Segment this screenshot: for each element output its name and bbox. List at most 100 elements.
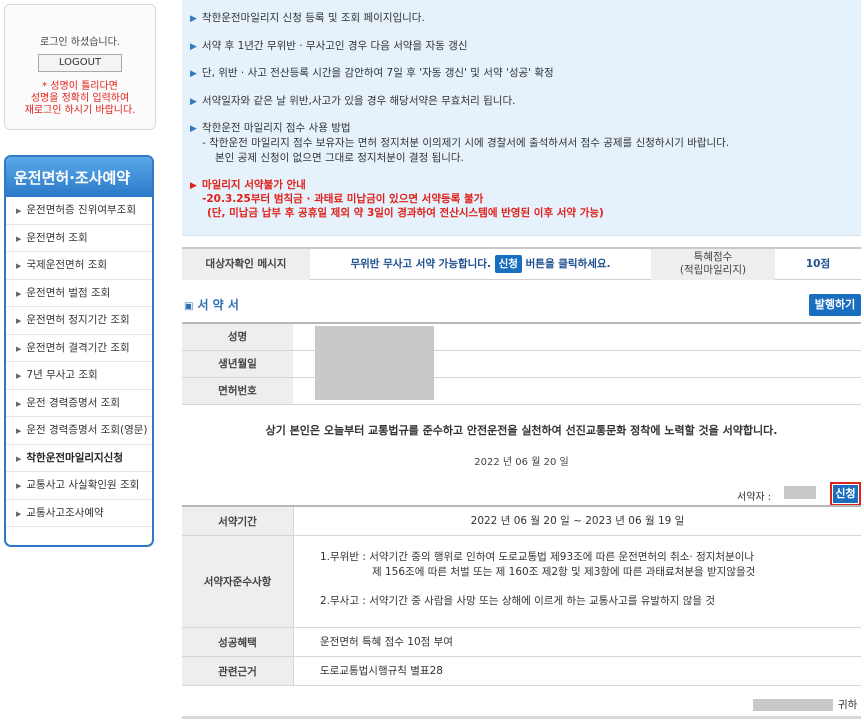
menu-item-label: 교통사고 사실확인원 조회 <box>26 479 140 491</box>
sign-apply-button-label: 신청 <box>833 485 858 503</box>
side-menu: 운전면허·조사예약 ▶ 운전면허증 진위여부조회 ▶ 운전면허 조회 ▶ 국제운전면허… <box>4 155 154 547</box>
notice-usage-line: - 착한운전 마일리지 점수 보유자는 면허 정지처분 이의제기 시에 경찰서에… <box>202 137 730 149</box>
name-label: 성명 <box>182 324 293 350</box>
bullet-icon: ▶ <box>16 454 22 463</box>
bullet-icon: ▶ <box>16 399 22 408</box>
table-row: 관련근거 도로교통법시행규칙 별표28 <box>182 657 861 686</box>
signer-label: 서약자 : <box>737 492 772 503</box>
menu-item-label: 운전 경력증명서 조회(영문) <box>26 424 148 436</box>
menu-item-driving-record[interactable]: ▶ 운전 경력증명서 조회 <box>6 390 152 417</box>
notice-line-text: 서약일자와 같은 날 위반,사고가 있을 경우 해당서약은 무효처리 됩니다. <box>201 95 516 107</box>
apply-inline-button[interactable]: 신청 <box>494 255 522 273</box>
notice-warning-title-text: 마일리지 서약불가 안내 <box>201 179 306 191</box>
period-label: 서약기간 <box>182 507 293 535</box>
menu-item-label: 운전면허 조회 <box>26 231 88 244</box>
notice-warning-title: ▶ 마일리지 서약불가 안내 <box>190 177 306 192</box>
arrow-icon: ▶ <box>190 181 197 191</box>
menu-item-label: 운전면허 벌점 조회 <box>26 286 111 299</box>
menu-item-label: 교통사고조사예약 <box>26 506 104 519</box>
divider <box>182 716 861 719</box>
basis-label: 관련근거 <box>182 657 293 685</box>
menu-item-penalty-points[interactable]: ▶ 운전면허 벌점 조회 <box>6 280 152 307</box>
notice-line-text: 단, 위반 · 사고 전산등록 시간을 감안하여 7일 후 '자동 갱신' 및 … <box>201 67 554 79</box>
menu-item-mileage-application[interactable]: ▶ 착한운전마일리지신청 <box>6 445 152 472</box>
basis-value: 도로교통법시행규칙 별표28 <box>293 657 861 685</box>
login-message: 로그인 하셨습니다. <box>40 37 120 48</box>
bullet-icon: ▶ <box>16 317 22 325</box>
issue-button[interactable]: 발행하기 <box>809 294 861 316</box>
menu-item-label: 운전면허 정지기간 조회 <box>26 314 130 326</box>
period-value: 2022 년 06 월 20 일 ~ 2023 년 06 월 19 일 <box>293 507 861 535</box>
redacted-signer-name <box>784 486 816 499</box>
points-value: 10점 <box>805 258 831 270</box>
menu-item-driving-record-english[interactable]: ▶ 운전 경력증명서 조회(영문) <box>6 417 152 445</box>
notice-warning-line: (단, 미납금 납부 후 공휴일 제외 약 3일이 경과하여 전산시스템에 반영… <box>207 207 604 219</box>
table-row: 서약기간 2022 년 06 월 20 일 ~ 2023 년 06 월 19 일 <box>182 507 861 536</box>
menu-item-international-license[interactable]: ▶ 국제운전면허 조회 <box>6 252 152 280</box>
pledge-section-title: ▣ 서 약 서 <box>184 296 239 313</box>
notice-line: ▶ 착한운전마일리지 신청 등록 및 조회 페이지입니다. <box>190 10 425 25</box>
notice-line-text: 서약 후 1년간 무위반 · 무사고인 경우 다음 서약을 자동 갱신 <box>201 40 468 52</box>
term-line: 2.무사고 : 서약기간 중 사람을 사망 또는 상해에 이르게 하는 교통사고… <box>320 595 716 607</box>
notice-box: ▶ 착한운전마일리지 신청 등록 및 조회 페이지입니다. ▶ 서약 후 1년간 무… <box>182 0 861 236</box>
license-number-label: 면허번호 <box>182 378 293 404</box>
login-warning: * 성명이 틀리다면 성명을 정확히 입력하여 재로그인 하시기 바랍니다. <box>5 81 155 117</box>
bullet-icon: ▶ <box>16 234 22 243</box>
terms-label: 서약자준수사항 <box>182 536 293 627</box>
bullet-icon: ▶ <box>16 289 22 298</box>
sign-apply-button[interactable]: 신청 <box>830 482 861 506</box>
target-confirmation-row: 대상자확인 메시지 무위반 무사고 서약 가능합니다. 신청 버튼을 클릭하세요… <box>182 247 861 280</box>
arrow-icon: ▶ <box>190 124 197 134</box>
menu-item-label: 국제운전면허 조회 <box>26 259 108 271</box>
notice-line: ▶ 단, 위반 · 사고 전산등록 시간을 감안하여 7일 후 '자동 갱신' 및… <box>190 65 554 80</box>
logout-button[interactable]: LOGOUT <box>38 54 122 72</box>
target-message-after: 버튼을 클릭하세요. <box>525 258 611 270</box>
addressee-suffix: 귀하 <box>838 699 858 711</box>
table-row: 성공혜택 운전면허 특혜 점수 10점 부여 <box>182 628 861 657</box>
menu-title: 운전면허·조사예약 <box>6 157 152 197</box>
menu-item-label: 착한운전마일리지신청 <box>26 451 123 464</box>
arrow-icon: ▶ <box>190 14 197 24</box>
menu-item-7year-no-accident[interactable]: ▶ 7년 무사고 조회 <box>6 362 152 390</box>
bullet-icon: ▶ <box>16 427 22 435</box>
table-row: 면허번호 <box>182 378 861 405</box>
points-label-line: (적립마일리지) <box>679 264 747 276</box>
menu-item-license-authenticity[interactable]: ▶ 운전면허증 진위여부조회 <box>6 197 152 225</box>
menu-item-label: 운전 경력증명서 조회 <box>26 396 121 409</box>
bullet-icon: ▶ <box>16 207 22 215</box>
points-label-line: 특혜점수 <box>693 251 733 263</box>
bullet-icon: ▶ <box>16 262 22 270</box>
notice-line: ▶ 서약일자와 같은 날 위반,사고가 있을 경우 해당서약은 무효처리 됩니다. <box>190 93 515 108</box>
menu-item-disqualification-period[interactable]: ▶ 운전면허 결격기간 조회 <box>6 335 152 362</box>
table-row: 서약자준수사항 1.무위반 : 서약기간 중의 행위로 인하여 도로교통법 제9… <box>182 536 861 628</box>
term-line: 1.무위반 : 서약기간 중의 행위로 인하여 도로교통법 제93조에 따른 운… <box>320 551 755 563</box>
square-bullet-icon: ▣ <box>184 301 194 312</box>
bullet-icon: ▶ <box>16 372 22 380</box>
menu-item-accident-reservation[interactable]: ▶ 교통사고조사예약 <box>6 500 152 527</box>
redacted-personal-info <box>315 326 434 400</box>
benefit-label: 성공혜택 <box>182 628 293 656</box>
login-box: 로그인 하셨습니다. LOGOUT * 성명이 틀리다면 성명을 정확히 입력하… <box>4 4 156 130</box>
term-line: 제 156조에 따른 처벌 또는 제 160조 제2항 및 제3항에 따른 과태… <box>372 566 756 578</box>
menu-item-label: 운전면허증 진위여부조회 <box>26 204 136 216</box>
bullet-icon: ▶ <box>16 344 22 353</box>
menu-item-label: 7년 무사고 조회 <box>26 369 98 381</box>
arrow-icon: ▶ <box>190 42 197 52</box>
birthdate-label: 생년월일 <box>182 351 293 377</box>
pledge-section-title-text: 서 약 서 <box>197 298 239 312</box>
menu-item-accident-confirmation[interactable]: ▶ 교통사고 사실확인원 조회 <box>6 472 152 500</box>
login-warning-line: 재로그인 하시기 바랍니다. <box>24 105 136 116</box>
notice-usage-title: ▶ 착한운전 마일리지 점수 사용 방법 <box>190 120 351 135</box>
target-label: 대상자확인 메시지 <box>182 249 310 280</box>
table-row: 성명 <box>182 324 861 351</box>
target-message-before: 무위반 무사고 서약 가능합니다. <box>350 258 491 270</box>
pledge-date: 2022 년 06 월 20 일 <box>474 457 569 468</box>
menu-item-suspension-period[interactable]: ▶ 운전면허 정지기간 조회 <box>6 307 152 335</box>
bullet-icon: ▶ <box>16 509 22 518</box>
menu-item-label: 운전면허 결격기간 조회 <box>26 341 130 354</box>
points-label: 특혜점수 (적립마일리지) <box>651 249 775 280</box>
notice-warning-line: -20.3.25부터 범칙금 · 과태료 미납금이 있으면 서약등록 불가 <box>202 193 484 205</box>
menu-item-license-lookup[interactable]: ▶ 운전면허 조회 <box>6 225 152 252</box>
pledge-details-table: 서약기간 2022 년 06 월 20 일 ~ 2023 년 06 월 19 일… <box>182 505 861 686</box>
pledge-statement: 상기 본인은 오늘부터 교통법규를 준수하고 안전운전을 실천하여 선진교통문화… <box>265 424 778 437</box>
